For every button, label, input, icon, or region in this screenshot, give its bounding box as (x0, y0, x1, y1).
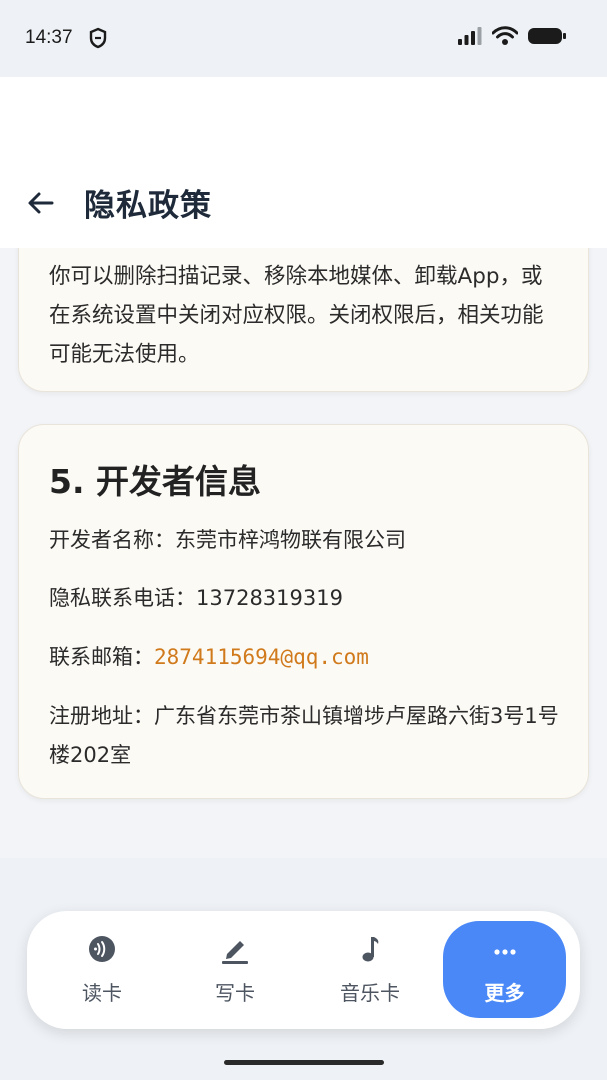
previous-section-card: 你可以删除扫描记录、移除本地媒体、卸载App，或在系统设置中关闭对应权限。关闭权… (18, 248, 589, 392)
bottom-nav-bar: 读卡 写卡 音乐卡 更多 (27, 911, 580, 1029)
music-note-icon (362, 937, 379, 962)
nav-item-read-card[interactable]: 读卡 (42, 911, 162, 1029)
battery-icon (528, 28, 566, 44)
policy-content[interactable]: 你可以删除扫描记录、移除本地媒体、卸载App，或在系统设置中关闭对应权限。关闭权… (0, 248, 607, 858)
contact-email-label: 联系邮箱： (49, 645, 154, 669)
nav-label-read-card: 读卡 (82, 981, 122, 1005)
shield-icon (89, 27, 107, 49)
nav-item-more[interactable]: 更多 (443, 921, 566, 1018)
signal-icon (458, 27, 482, 45)
nav-label-music-card: 音乐卡 (340, 981, 400, 1005)
developer-name-value: 东莞市梓鸿物联有限公司 (175, 528, 406, 552)
developer-info-card: 5. 开发者信息 开发者名称：东莞市梓鸿物联有限公司 隐私联系电话：137283… (18, 424, 589, 799)
status-bar: 14:37 (0, 0, 607, 77)
registered-address-row: 注册地址：广东省东莞市茶山镇增埗卢屋路六街3号1号楼202室 (49, 697, 569, 775)
pencil-write-icon (222, 941, 248, 964)
nav-label-more: 更多 (484, 981, 525, 1005)
section-title: 5. 开发者信息 (49, 462, 261, 501)
nav-item-music-card[interactable]: 音乐卡 (310, 911, 430, 1029)
privacy-phone-value[interactable]: 13728319319 (196, 586, 343, 610)
privacy-phone-row: 隐私联系电话：13728319319 (49, 579, 569, 618)
contact-email-link[interactable]: 2874115694@qq.com (154, 645, 369, 669)
page-title: 隐私政策 (84, 188, 212, 224)
back-arrow-icon[interactable] (24, 186, 58, 220)
contact-email-row: 联系邮箱：2874115694@qq.com (49, 638, 569, 677)
registered-address-label: 注册地址： (49, 704, 154, 728)
nfc-read-icon (89, 936, 115, 962)
nav-label-write-card: 写卡 (215, 981, 255, 1005)
previous-section-text: 你可以删除扫描记录、移除本地媒体、卸载App，或在系统设置中关闭对应权限。关闭权… (49, 264, 544, 367)
developer-name-label: 开发者名称： (49, 528, 175, 552)
wifi-icon (492, 26, 518, 45)
more-dots-icon (493, 949, 516, 955)
home-indicator[interactable] (224, 1060, 384, 1065)
nav-item-write-card[interactable]: 写卡 (175, 911, 295, 1029)
developer-name-row: 开发者名称：东莞市梓鸿物联有限公司 (49, 521, 569, 560)
privacy-phone-label: 隐私联系电话： (49, 586, 196, 610)
status-time: 14:37 (25, 27, 73, 48)
